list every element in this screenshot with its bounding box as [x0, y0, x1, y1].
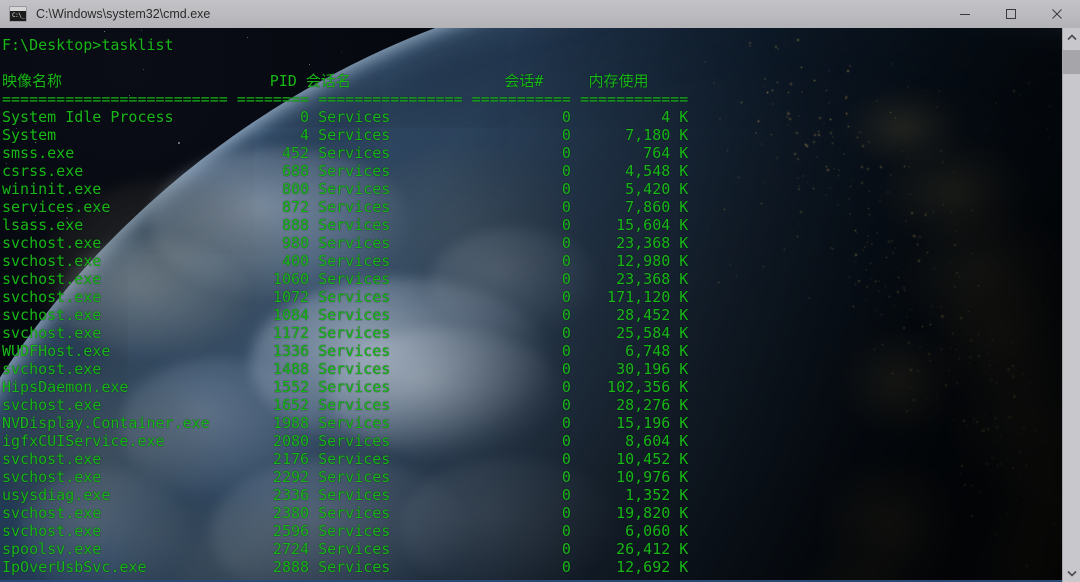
close-button[interactable]	[1034, 0, 1080, 28]
title-bar[interactable]: C:\_ C:\Windows\system32\cmd.exe	[0, 0, 1080, 28]
cmd-icon-prompt-glyph: C:\_	[12, 12, 25, 19]
task-row: csrss.exe 688 Services 0 4,548 K	[2, 162, 689, 180]
minimize-icon	[960, 14, 970, 15]
task-row: svchost.exe 2380 Services 0 19,820 K	[2, 504, 689, 522]
console-text: F:\Desktop>tasklist 映像名称 PID 会话名 会话# 内存使…	[0, 28, 1062, 582]
scrollbar-thumb[interactable]	[1063, 50, 1080, 74]
task-row: svchost.exe 400 Services 0 12,980 K	[2, 252, 689, 270]
column-header-row: 映像名称 PID 会话名 会话# 内存使用	[2, 72, 649, 90]
task-row: lsass.exe 888 Services 0 15,604 K	[2, 216, 689, 234]
task-row: svchost.exe 1488 Services 0 30,196 K	[2, 360, 689, 378]
cmd-console-icon: C:\_	[9, 6, 27, 22]
cmd-window: C:\_ C:\Windows\system32\cmd.exe F:\Desk…	[0, 0, 1080, 582]
task-row: svchost.exe 2176 Services 0 10,452 K	[2, 450, 689, 468]
task-row: svchost.exe 1072 Services 0 171,120 K	[2, 288, 689, 306]
task-row: svchost.exe 1172 Services 0 25,584 K	[2, 324, 689, 342]
task-row: HipsDaemon.exe 1552 Services 0 102,356 K	[2, 378, 689, 396]
window-controls	[942, 0, 1080, 28]
task-row: svchost.exe 980 Services 0 23,368 K	[2, 234, 689, 252]
close-icon	[1052, 9, 1062, 19]
minimize-button[interactable]	[942, 0, 988, 28]
task-row: svchost.exe 2292 Services 0 10,976 K	[2, 468, 689, 486]
maximize-button[interactable]	[988, 0, 1034, 28]
maximize-icon	[1006, 9, 1016, 19]
prompt-line: F:\Desktop>tasklist	[2, 36, 174, 54]
vertical-scrollbar[interactable]	[1062, 28, 1080, 582]
scroll-down-arrow-icon[interactable]	[1063, 564, 1080, 582]
task-row: spoolsv.exe 2724 Services 0 26,412 K	[2, 540, 689, 558]
task-row: smss.exe 452 Services 0 764 K	[2, 144, 689, 162]
task-row: wininit.exe 800 Services 0 5,420 K	[2, 180, 689, 198]
task-row: svchost.exe 1652 Services 0 28,276 K	[2, 396, 689, 414]
task-row: System Idle Process 0 Services 0 4 K	[2, 108, 689, 126]
task-row: WUDFHost.exe 1336 Services 0 6,748 K	[2, 342, 689, 360]
task-row: svchost.exe 1060 Services 0 23,368 K	[2, 270, 689, 288]
task-row: IpOverUsbSvc.exe 2888 Services 0 12,692 …	[2, 558, 689, 576]
task-row: igfxCUIService.exe 2080 Services 0 8,604…	[2, 432, 689, 450]
column-separator-row: ========================= ======== =====…	[2, 90, 689, 108]
console-output-area[interactable]: F:\Desktop>tasklist 映像名称 PID 会话名 会话# 内存使…	[0, 28, 1062, 582]
task-row: services.exe 872 Services 0 7,860 K	[2, 198, 689, 216]
scroll-up-arrow-icon[interactable]	[1063, 28, 1080, 46]
scrollbar-track[interactable]	[1063, 46, 1080, 564]
window-title: C:\Windows\system32\cmd.exe	[36, 7, 211, 21]
task-row: usysdiag.exe 2336 Services 0 1,352 K	[2, 486, 689, 504]
task-row: NVDisplay.Container.exe 1988 Services 0 …	[2, 414, 689, 432]
task-row: svchost.exe 1084 Services 0 28,452 K	[2, 306, 689, 324]
cmd-icon-titlestrip	[10, 7, 26, 11]
task-row: svchost.exe 2596 Services 0 6,060 K	[2, 522, 689, 540]
task-row: System 4 Services 0 7,180 K	[2, 126, 689, 144]
